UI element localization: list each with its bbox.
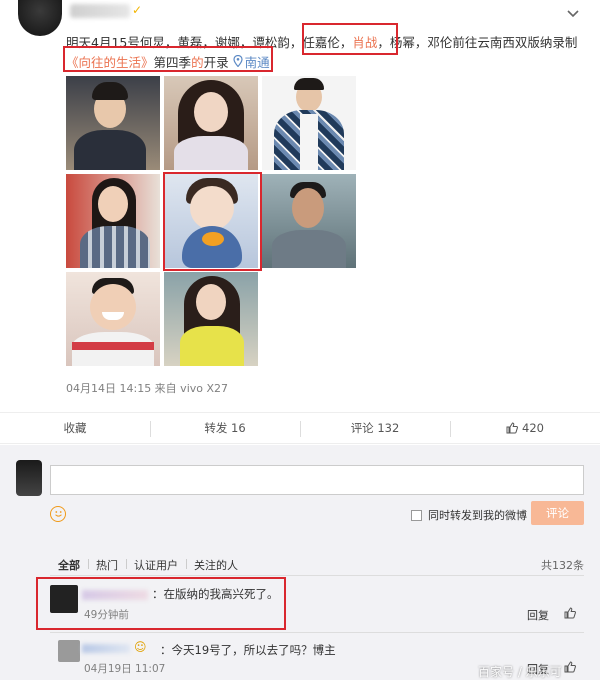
photo-1[interactable]: [66, 76, 160, 170]
commenter-avatar[interactable]: [58, 640, 80, 662]
comment-time: 04月19日 11:07: [84, 663, 166, 675]
photo-3[interactable]: [262, 76, 356, 170]
repost-label: 转发 16: [204, 421, 246, 435]
tab-verified[interactable]: 认证用户: [126, 557, 186, 573]
comments-section: 同时转发到我的微博 评论 全部 热门 认证用户 关注的人 共132条 ：在版纳的…: [0, 445, 600, 680]
reply-button[interactable]: 回复: [527, 607, 549, 623]
tab-all[interactable]: 全部: [58, 557, 88, 573]
annotation-box-show: [63, 46, 273, 72]
annotation-box-photo: [163, 172, 262, 271]
thumbs-up-icon[interactable]: [564, 661, 576, 673]
comment-item: ☺ ：今天19号了，所以去了吗？博主 04月19日 11:07 回复 百家号 /…: [0, 633, 600, 680]
weibo-post: ✓ 明天4月15号何炅，黄磊，谢娜，谭松韵，任嘉伦，肖战，杨幂，邓伦前往云南西双…: [0, 0, 600, 410]
photo-8[interactable]: [164, 272, 258, 366]
like-button[interactable]: 420: [450, 413, 600, 443]
comment-input[interactable]: [50, 465, 584, 495]
my-avatar: [16, 460, 42, 496]
author-avatar[interactable]: [18, 0, 62, 36]
forward-checkbox[interactable]: [411, 509, 422, 521]
repost-button[interactable]: 转发 16: [150, 413, 300, 443]
commenter-name-redacted[interactable]: [82, 644, 130, 653]
favorite-label: 收藏: [63, 421, 87, 435]
photo-7[interactable]: [66, 272, 160, 366]
post-text-suffix: ，杨幂，邓伦前往云南西双版纳录制: [377, 35, 578, 50]
submit-comment-button[interactable]: 评论: [531, 501, 584, 525]
comment-label: 评论 132: [350, 421, 400, 435]
verified-icon: ✓: [132, 3, 143, 17]
forward-option[interactable]: 同时转发到我的微博: [411, 507, 527, 523]
emoji-icon: ☺: [134, 640, 147, 654]
chevron-down-icon[interactable]: [566, 6, 580, 20]
favorite-button[interactable]: 收藏: [0, 413, 150, 443]
tab-hot[interactable]: 热门: [88, 557, 126, 573]
forward-label: 同时转发到我的微博: [428, 509, 527, 522]
photo-4[interactable]: [66, 174, 160, 268]
comment-total: 共132条: [541, 559, 584, 572]
photo-2[interactable]: [164, 76, 258, 170]
comment-text: ：今天19号了，所以去了吗？博主: [160, 643, 336, 657]
tabs-divider: [50, 575, 584, 576]
tab-following[interactable]: 关注的人: [186, 557, 246, 573]
smiley-icon[interactable]: [50, 506, 66, 522]
post-meta: 04月14日 14:15 来自 vivo X27: [66, 382, 229, 395]
action-bar: 收藏 转发 16 评论 132 420: [0, 412, 600, 444]
author-name-redacted[interactable]: [70, 4, 130, 18]
thumbs-up-icon[interactable]: [564, 607, 576, 619]
comment-filter-tabs: 全部 热门 认证用户 关注的人: [58, 557, 246, 573]
annotation-box-name: [302, 23, 398, 55]
annotation-box-comment: [36, 577, 286, 630]
comment-button[interactable]: 评论 132: [300, 413, 450, 443]
thumbs-up-icon: [506, 422, 518, 434]
like-count: 420: [522, 421, 544, 435]
watermark: 百家号 / 乐乐可: [478, 665, 562, 679]
photo-6[interactable]: [262, 174, 356, 268]
